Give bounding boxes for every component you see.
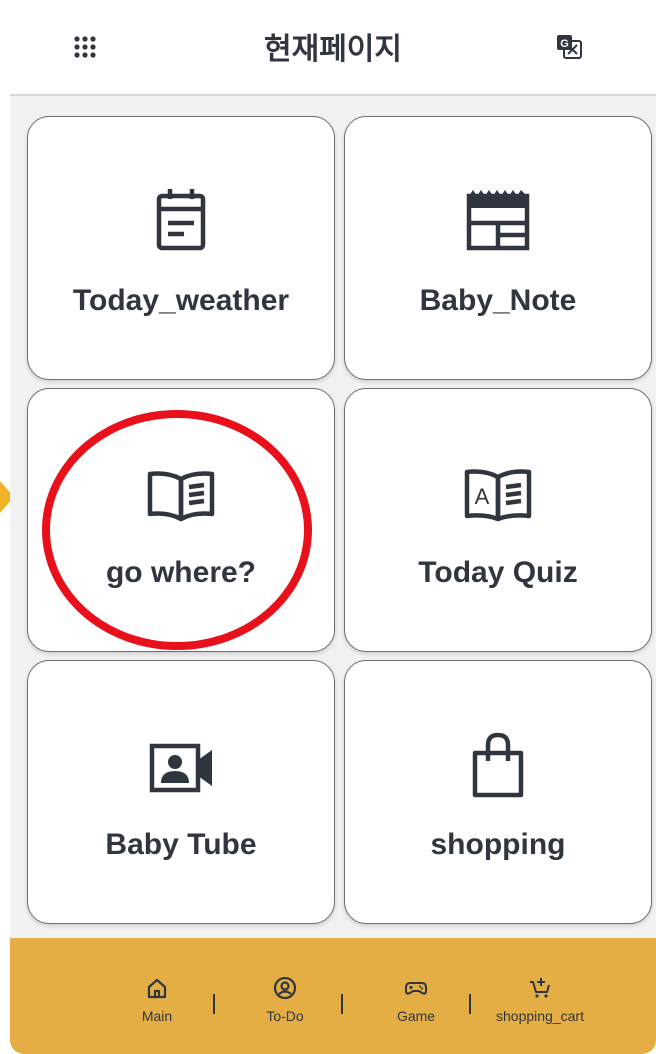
nav-label: To-Do [266, 1008, 304, 1024]
nav-separator [213, 994, 215, 1014]
home-icon [147, 978, 167, 999]
bottom-nav: Main To-Do Game shopping_cart [10, 938, 656, 1054]
nav-separator [469, 994, 471, 1014]
nav-main[interactable]: Main [132, 976, 182, 1024]
user-circle-icon [273, 976, 297, 1000]
tile-today-quiz[interactable]: A Today Quiz [344, 388, 652, 652]
nav-shopping-cart[interactable]: shopping_cart [488, 976, 592, 1024]
book-a-icon: A [464, 469, 532, 522]
tile-today-weather[interactable]: Today_weather [27, 116, 335, 380]
video-contact-icon [149, 743, 212, 793]
tile-label: Baby_Note [419, 284, 577, 317]
app-window: 현재페이지 G Today_weather Baby_Note go where… [10, 0, 656, 1054]
layout-template-icon [466, 190, 530, 251]
tile-label: Baby Tube [105, 828, 257, 861]
open-book-icon [147, 471, 215, 522]
calendar-note-icon [156, 189, 206, 251]
tile-label: go where? [105, 556, 256, 589]
tile-label: Today Quiz [418, 556, 578, 589]
cart-add-icon [530, 978, 550, 998]
tile-baby-note[interactable]: Baby_Note [344, 116, 652, 380]
gamepad-icon [405, 982, 427, 995]
translate-icon[interactable]: G [556, 34, 582, 60]
nav-label: Game [396, 1008, 436, 1024]
nav-label: Main [141, 1008, 173, 1024]
svg-text:G: G [560, 38, 569, 50]
nav-separator [341, 994, 343, 1014]
nav-game[interactable]: Game [386, 976, 446, 1024]
tile-label: Today_weather [72, 284, 290, 317]
svg-text:A: A [475, 484, 490, 509]
nav-todo[interactable]: To-Do [255, 976, 315, 1024]
shopping-bag-icon [472, 732, 524, 798]
tile-label: shopping [430, 828, 566, 861]
tile-shopping[interactable]: shopping [344, 660, 652, 924]
tile-baby-tube[interactable]: Baby Tube [27, 660, 335, 924]
top-bar: 현재페이지 G [10, 0, 656, 96]
tile-go-where[interactable]: go where? [27, 388, 335, 652]
nav-label: shopping_cart [496, 1008, 584, 1024]
